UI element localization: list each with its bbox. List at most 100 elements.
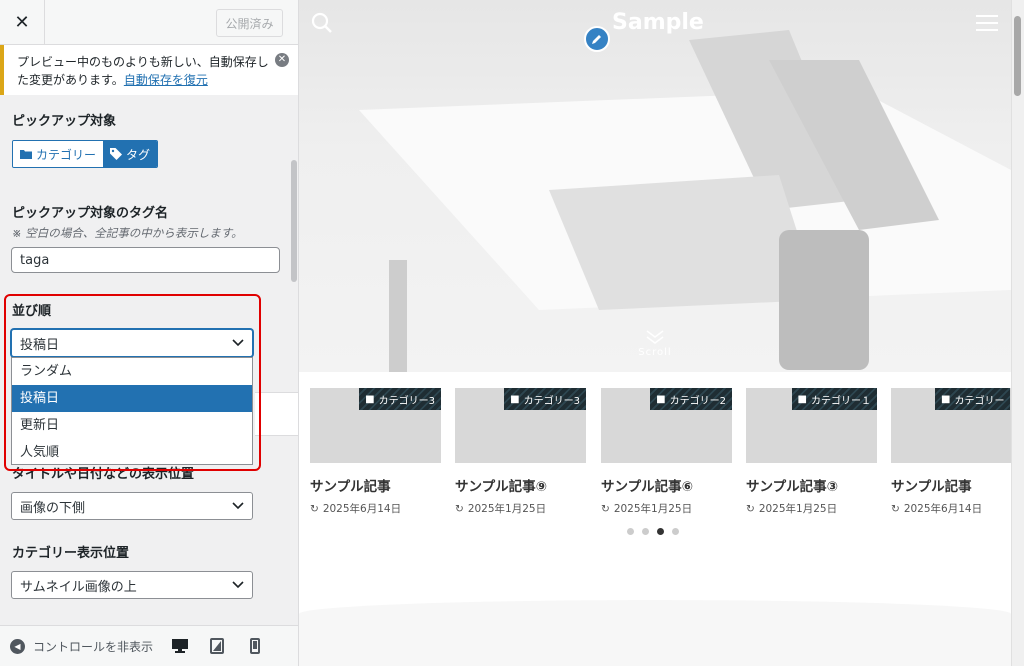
slider-dot[interactable]	[642, 528, 649, 535]
hero-image: Sample Scroll	[299, 0, 1011, 372]
post-title: サンプル記事	[310, 479, 391, 495]
category-label: カテゴリー3	[523, 395, 580, 407]
category-position-title: カテゴリー表示位置	[12, 546, 130, 561]
pickup-category-label: カテゴリー	[36, 147, 97, 162]
pickup-tag-label: タグ	[126, 147, 151, 162]
post-title: サンプル記事③	[746, 479, 839, 495]
tag-name-input[interactable]: taga	[11, 247, 280, 273]
refresh-icon: ↻	[891, 502, 900, 515]
folder-icon: ■	[365, 393, 375, 405]
folder-icon: ■	[941, 393, 951, 405]
post-card[interactable]: ■ カテゴリー3 サンプル記事⑨ ↻ 2025年1月25日	[455, 388, 586, 516]
panel-footer: ◀ コントロールを非表示	[0, 625, 298, 666]
refresh-icon: ↻	[455, 502, 464, 515]
panel-header: ✕ 公開済み	[0, 0, 298, 45]
close-icon: ✕	[14, 12, 30, 33]
collapse-label: コントロールを非表示	[33, 640, 154, 654]
post-title: サンプル記事	[891, 479, 972, 495]
post-date-text: 2025年1月25日	[613, 503, 693, 515]
post-date-text: 2025年1月25日	[758, 503, 838, 515]
desktop-preview-button[interactable]	[170, 636, 190, 656]
title-position-value: 画像の下側	[20, 500, 86, 516]
slider-dot-active[interactable]	[657, 528, 664, 535]
category-label: カテゴリー2	[669, 395, 726, 407]
customizer-panel: ✕ 公開済み プレビュー中のものよりも新しい、自動保存した変更があります。自動保…	[0, 0, 299, 666]
folder-icon: ■	[510, 393, 520, 405]
autosave-notice: プレビュー中のものよりも新しい、自動保存した変更があります。自動保存を復元 ✕	[0, 45, 298, 95]
post-date: ↻ 2025年6月14日	[891, 501, 1011, 516]
pencil-icon	[592, 35, 601, 44]
preview-scrollbar[interactable]	[1011, 0, 1024, 666]
slider-dot[interactable]	[672, 528, 679, 535]
folder-icon: ■	[656, 393, 666, 405]
restore-autosave-link[interactable]: 自動保存を復元	[124, 73, 208, 87]
category-label: カテゴリー3	[378, 395, 435, 407]
category-badge: ■ カテゴリー	[935, 388, 1011, 410]
close-customizer-button[interactable]: ✕	[0, 0, 45, 45]
post-thumbnail: ■ カテゴリー2	[601, 388, 732, 463]
folder-icon	[20, 150, 32, 159]
post-thumbnail: ■ カテゴリー3	[455, 388, 586, 463]
pickup-target-toggle: カテゴリー タグ	[12, 140, 159, 168]
category-badge: ■ カテゴリー2	[650, 388, 732, 410]
hero-photo	[359, 30, 1011, 372]
tag-name-description: ※ 空白の場合、全記事の中から表示します。	[12, 226, 243, 240]
category-label: カテゴリー１	[811, 395, 871, 407]
post-card[interactable]: ■ カテゴリー１ サンプル記事③ ↻ 2025年1月25日	[746, 388, 877, 516]
hamburger-menu-icon[interactable]	[976, 14, 998, 32]
post-card[interactable]: ■ カテゴリー サンプル記事 ↻ 2025年6月14日	[891, 388, 1011, 516]
category-position-select[interactable]: サムネイル画像の上	[11, 571, 253, 599]
post-date: ↻ 2025年1月25日	[746, 501, 877, 516]
title-position-select[interactable]: 画像の下側	[11, 492, 253, 520]
panel-divider	[255, 392, 298, 436]
chevron-down-icon	[232, 581, 244, 589]
post-title: サンプル記事⑥	[601, 479, 694, 495]
tag-name-value: taga	[20, 252, 50, 268]
pickup-target-title: ピックアップ対象	[12, 114, 117, 129]
edit-shortcut-button[interactable]	[584, 26, 610, 52]
site-title[interactable]: Sample	[612, 10, 704, 35]
section-divider	[299, 600, 1011, 666]
post-date: ↻ 2025年1月25日	[601, 501, 732, 516]
folder-icon: ■	[797, 393, 807, 405]
category-position-value: サムネイル画像の上	[20, 579, 137, 595]
collapse-icon: ◀	[10, 639, 25, 654]
tablet-icon	[210, 638, 224, 654]
desktop-icon	[172, 639, 188, 653]
category-badge: ■ カテゴリー3	[359, 388, 441, 410]
refresh-icon: ↻	[601, 502, 610, 515]
chevron-down-icon	[232, 502, 244, 510]
pickup-category-button[interactable]: カテゴリー	[13, 141, 104, 167]
slider-dot[interactable]	[627, 528, 634, 535]
search-icon[interactable]	[311, 12, 333, 34]
mobile-icon	[250, 638, 260, 654]
preview-scroll-thumb[interactable]	[1014, 16, 1021, 96]
category-badge: ■ カテゴリー１	[791, 388, 877, 410]
post-thumbnail: ■ カテゴリー１	[746, 388, 877, 463]
post-date-text: 2025年6月14日	[322, 503, 402, 515]
scroll-indicator[interactable]: Scroll	[635, 330, 675, 358]
category-label: カテゴリー	[954, 395, 1005, 407]
site-preview: Sample Scroll ■ カテゴリー3 サンプル記事 ↻ 2025年6月14日…	[299, 0, 1011, 666]
category-badge: ■ カテゴリー3	[504, 388, 586, 410]
post-thumbnail: ■ カテゴリー3	[310, 388, 441, 463]
refresh-icon: ↻	[310, 502, 319, 515]
post-date-text: 2025年1月25日	[467, 503, 547, 515]
tag-name-title: ピックアップ対象のタグ名	[12, 206, 169, 221]
tag-icon	[110, 148, 123, 160]
publish-button[interactable]: 公開済み	[216, 9, 283, 37]
highlight-annotation	[4, 294, 261, 471]
panel-scrollbar[interactable]	[291, 160, 297, 282]
mobile-preview-button[interactable]	[245, 636, 265, 656]
post-card[interactable]: ■ カテゴリー3 サンプル記事 ↻ 2025年6月14日	[310, 388, 441, 516]
post-date: ↻ 2025年6月14日	[310, 501, 441, 516]
dismiss-notice-button[interactable]: ✕	[275, 53, 289, 67]
tablet-preview-button[interactable]	[207, 636, 227, 656]
post-card[interactable]: ■ カテゴリー2 サンプル記事⑥ ↻ 2025年1月25日	[601, 388, 732, 516]
post-title: サンプル記事⑨	[455, 479, 548, 495]
post-thumbnail: ■ カテゴリー	[891, 388, 1011, 463]
collapse-controls-button[interactable]: ◀ コントロールを非表示	[10, 638, 158, 655]
pickup-tag-button[interactable]: タグ	[103, 141, 158, 167]
refresh-icon: ↻	[746, 502, 755, 515]
scroll-label: Scroll	[638, 347, 672, 358]
